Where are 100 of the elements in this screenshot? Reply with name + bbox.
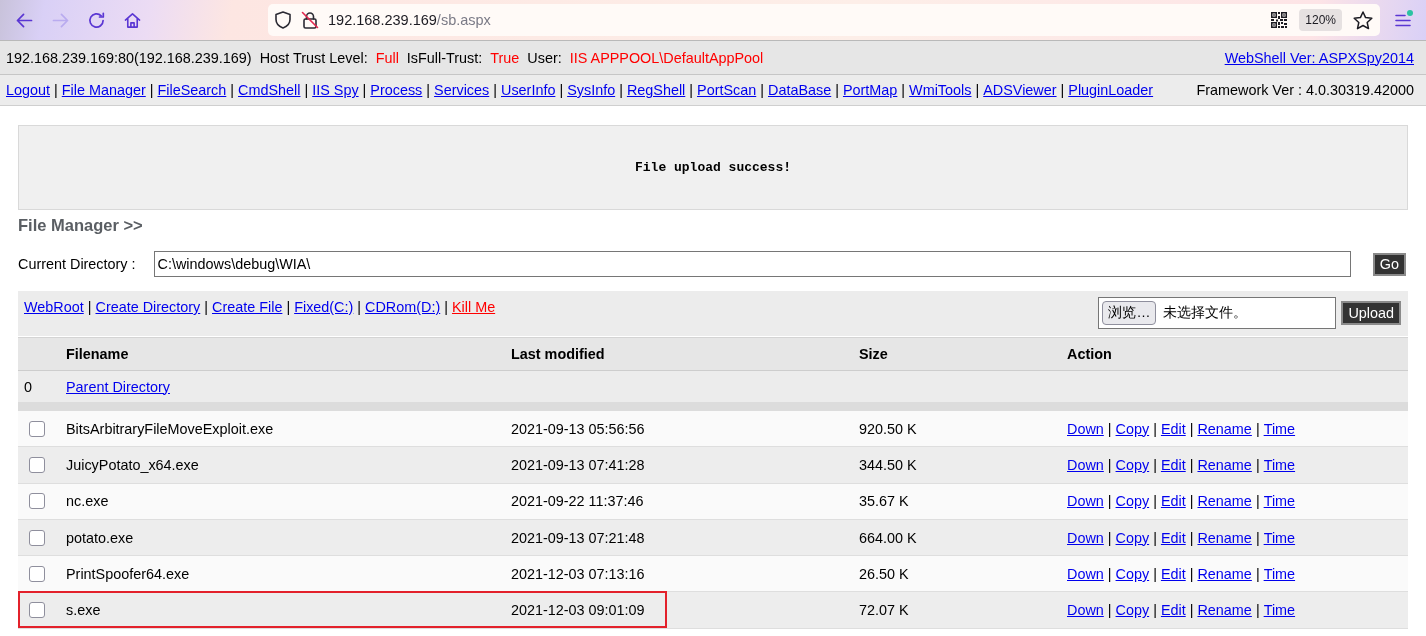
action-link[interactable]: Edit (1160, 565, 1186, 582)
parent-directory-link[interactable]: Parent Directory (66, 378, 170, 395)
version-link[interactable]: WebShell Ver: ASPXSpy2014 (1224, 49, 1414, 66)
info-label: IsFull-Trust: (406, 49, 483, 66)
action-link[interactable]: Edit (1160, 493, 1186, 510)
arrow-right-icon (51, 12, 69, 28)
column-header: Filename (66, 346, 129, 362)
address-bar[interactable]: 192.168.239.169/sb.aspx 120% (268, 4, 1380, 36)
nav-link[interactable]: RegShell (626, 82, 686, 98)
action-link[interactable]: Rename (1197, 565, 1252, 582)
action-link[interactable]: Down (1067, 602, 1104, 619)
toolbar-link[interactable]: Fixed(C:) (294, 299, 354, 315)
filename-cell: nc.exe (66, 493, 109, 510)
section-title: File Manager >> (18, 215, 143, 236)
nav-link[interactable]: ADSViewer (983, 82, 1057, 98)
link-separator: | (1255, 493, 1260, 510)
link-separator: | (1107, 420, 1112, 437)
reload-icon (87, 11, 105, 29)
size-cell: 72.07 K (859, 602, 909, 619)
link-separator: | (1189, 456, 1194, 473)
go-button[interactable]: Go (1372, 252, 1406, 276)
link-separator: | (1153, 529, 1157, 546)
nav-link[interactable]: Logout (6, 82, 50, 98)
nav-link[interactable]: PortScan (697, 82, 757, 98)
action-link[interactable]: Rename (1197, 420, 1252, 437)
toolbar-link[interactable]: CDRom(D:) (365, 299, 441, 315)
directory-input[interactable]: C:\windows\debug\WIA\ (153, 251, 1351, 277)
star-icon[interactable] (1353, 10, 1373, 30)
link-separator: | (1153, 493, 1157, 510)
action-link[interactable]: Edit (1160, 456, 1186, 473)
action-link[interactable]: Copy (1115, 602, 1150, 619)
link-separator: | (901, 82, 906, 98)
toolbar-link[interactable]: Create Directory (95, 299, 201, 315)
status-message: File upload success! (635, 160, 791, 175)
upload-button[interactable]: Upload (1341, 301, 1401, 325)
link-separator: | (1255, 420, 1260, 437)
action-link[interactable]: Edit (1160, 602, 1186, 619)
row-checkbox[interactable] (29, 420, 45, 437)
directory-label: Current Directory : (18, 256, 136, 272)
row-checkbox[interactable] (29, 602, 45, 619)
action-link[interactable]: Time (1263, 602, 1296, 619)
action-link[interactable]: Edit (1160, 529, 1186, 546)
action-link[interactable]: Rename (1197, 493, 1252, 510)
nav-link[interactable]: File Manager (61, 82, 146, 98)
link-separator: | (87, 299, 92, 315)
zoom-level-button[interactable]: 120% (1299, 9, 1342, 31)
toolbar-link[interactable]: Create File (212, 299, 283, 315)
link-separator: | (1153, 456, 1157, 473)
action-link[interactable]: Time (1263, 456, 1296, 473)
action-link[interactable]: Down (1067, 493, 1104, 510)
lock-slash-icon[interactable] (301, 11, 319, 29)
action-link[interactable]: Time (1263, 529, 1296, 546)
action-link[interactable]: Time (1263, 565, 1296, 582)
row-index: 0 (24, 378, 32, 395)
shield-icon[interactable] (275, 11, 291, 29)
nav-link[interactable]: Process (370, 82, 423, 98)
qr-code-icon[interactable] (1271, 12, 1288, 28)
link-separator: | (1107, 456, 1112, 473)
browse-button[interactable]: 浏览… (1102, 301, 1157, 325)
action-link[interactable]: Rename (1197, 529, 1252, 546)
row-checkbox[interactable] (29, 493, 45, 510)
action-link[interactable]: Rename (1197, 602, 1252, 619)
info-value: Full (375, 49, 399, 66)
action-link[interactable]: Copy (1115, 456, 1150, 473)
link-separator: | (1107, 602, 1112, 619)
action-link[interactable]: Time (1263, 493, 1296, 510)
nav-link[interactable]: Services (434, 82, 490, 98)
link-separator: | (1189, 493, 1194, 510)
row-checkbox[interactable] (29, 456, 45, 473)
action-link[interactable]: Copy (1115, 420, 1150, 437)
row-checkbox[interactable] (29, 565, 45, 582)
modified-cell: 2021-09-13 07:41:28 (511, 456, 645, 473)
nav-link[interactable]: SysInfo (567, 82, 616, 98)
action-link[interactable]: Edit (1160, 420, 1186, 437)
nav-link[interactable]: DataBase (768, 82, 832, 98)
action-link[interactable]: Down (1067, 420, 1104, 437)
nav-link[interactable]: WmiTools (909, 82, 972, 98)
filename-cell: potato.exe (66, 529, 134, 546)
action-link[interactable]: Time (1263, 420, 1296, 437)
row-checkbox[interactable] (29, 529, 45, 546)
nav-link[interactable]: UserInfo (501, 82, 556, 98)
action-link[interactable]: Copy (1115, 529, 1150, 546)
file-input[interactable]: 浏览… 未选择文件。 (1098, 297, 1337, 329)
action-link[interactable]: Rename (1197, 456, 1252, 473)
link-separator: | (493, 82, 497, 98)
nav-link[interactable]: PortMap (842, 82, 898, 98)
nav-link[interactable]: PluginLoader (1068, 82, 1154, 98)
action-link[interactable]: Down (1067, 456, 1104, 473)
column-header: Size (859, 346, 888, 362)
size-cell: 664.00 K (859, 529, 917, 546)
toolbar-link[interactable]: WebRoot (24, 299, 84, 315)
action-link[interactable]: Down (1067, 529, 1104, 546)
action-link[interactable]: Copy (1115, 493, 1150, 510)
nav-link[interactable]: CmdShell (238, 82, 301, 98)
nav-link[interactable]: IIS Spy (312, 82, 359, 98)
link-separator: | (149, 82, 154, 98)
link-separator: | (975, 82, 980, 98)
nav-link[interactable]: FileSearch (157, 82, 227, 98)
action-link[interactable]: Copy (1115, 565, 1150, 582)
action-link[interactable]: Down (1067, 565, 1104, 582)
